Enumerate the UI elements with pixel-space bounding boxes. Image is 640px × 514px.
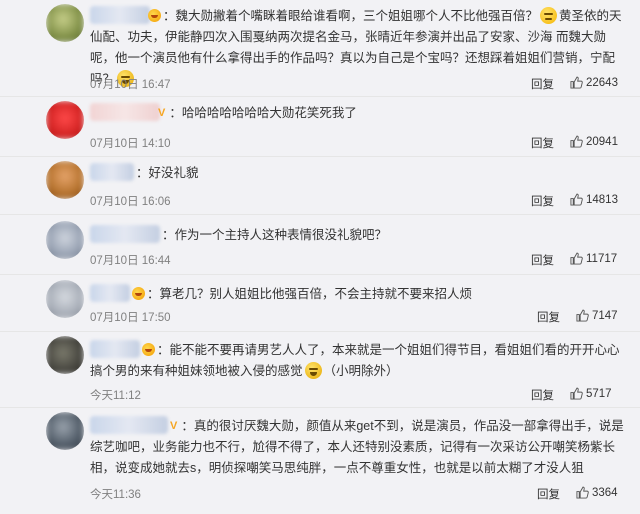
awkward-emoji-icon [304,362,322,379]
like-count: 22643 [586,76,618,89]
like-count: 5717 [586,387,612,400]
like-count: 14813 [586,193,618,206]
reply-button[interactable]: 回复 [531,76,554,92]
fan-badge-icon [148,9,161,22]
avatar[interactable] [46,280,84,318]
like-button[interactable]: 7147 [576,309,618,322]
like-button[interactable]: 11717 [570,252,617,265]
comment-item: ：好没礼貌 07月10日 16:06 回复 14813 [0,157,640,215]
comment-list: ：魏大勋撇着个嘴眯着眼给谁看啊，三个姐姐哪个人不比他强百倍？ 黄圣依的天仙配、功夫… [0,0,640,514]
reply-button[interactable]: 回复 [531,387,554,403]
comment-time: 今天11:36 [90,489,141,501]
reply-button[interactable]: 回复 [531,252,554,268]
reply-button[interactable]: 回复 [537,486,560,502]
comment-text-block: ：算老几？别人姐姐比他强百倍，不会主持就不要来招人烦 [90,284,628,305]
comment-item: ：魏大勋撇着个嘴眯着眼给谁看啊，三个姐姐哪个人不比他强百倍？ 黄圣依的天仙配、功夫… [0,0,640,97]
like-button[interactable]: 22643 [570,76,618,89]
comment-time: 今天11:12 [90,390,141,402]
avatar[interactable] [46,101,84,139]
avatar[interactable] [46,221,84,259]
thumbs-up-icon [570,252,583,265]
reply-button[interactable]: 回复 [531,193,554,209]
comment-time: 07月10日 17:50 [90,312,171,324]
thumbs-up-icon [576,486,589,499]
comment-text-block: V ：真的很讨厌魏大勋，颜值从来get不到，说是演员，作品没一部拿得出手，说是综艺… [90,419,624,475]
like-button[interactable]: 3364 [576,486,618,499]
reply-button[interactable]: 回复 [531,135,554,151]
avatar[interactable] [46,4,84,42]
comment-text-tail: （小明除外） [323,364,399,378]
comment-time: 07月10日 16:44 [90,255,171,267]
comment-item: V ：哈哈哈哈哈哈哈大勋花笑死我了 07月10日 14:10 回复 20941 [0,97,640,157]
like-button[interactable]: 14813 [570,193,618,206]
like-button[interactable]: 5717 [570,387,612,400]
thumbs-up-icon [576,309,589,322]
comment-text-block: ：好没礼貌 [136,166,199,180]
like-button[interactable]: 20941 [570,135,618,148]
comment-text: 好没礼貌 [148,166,199,180]
like-count: 3364 [592,486,618,499]
thumbs-up-icon [570,76,583,89]
comment-time: 07月10日 16:47 [90,79,171,91]
comment-text: 算老几？别人姐姐比他强百倍，不会主持就不要来招人烦 [159,287,473,301]
thumbs-up-icon [570,135,583,148]
like-count: 11717 [586,252,618,265]
comment-text: 魏大勋撇着个嘴眯着眼给谁看啊，三个姐姐哪个人不比他强百倍？ [175,9,539,23]
comment-text-block: V ：哈哈哈哈哈哈哈大勋花笑死我了 [158,106,357,120]
comment-time: 07月10日 14:10 [90,138,171,150]
thumbs-up-icon [570,387,583,400]
like-count: 20941 [586,135,618,148]
avatar[interactable] [46,336,84,374]
avatar[interactable] [46,412,84,450]
comment-text-block: ：能不能不要再请男艺人人了，本来就是一个姐姐们得节目，看姐姐们看的开开心心 搞个… [90,343,620,379]
comment-item: ：算老几？别人姐姐比他强百倍，不会主持就不要来招人烦 07月10日 17:50 … [0,275,640,332]
comment-text: 哈哈哈哈哈哈哈大勋花笑死我了 [181,106,357,120]
verified-v-icon: V [158,107,166,119]
like-count: 7147 [592,309,618,322]
comment-text: 作为一个主持人这种表情很没礼貌吧？ [174,228,388,242]
comment-item: ：作为一个主持人这种表情很没礼貌吧？ 07月10日 16:44 回复 11717 [0,215,640,275]
comment-text-block: ：作为一个主持人这种表情很没礼貌吧？ [162,228,388,242]
reply-button[interactable]: 回复 [537,309,560,325]
smirk-emoji-icon [540,7,558,24]
verified-v-icon: V [170,420,178,432]
fan-badge-icon [132,287,145,300]
fan-badge-icon [142,343,155,356]
comment-time: 07月10日 16:06 [90,196,171,208]
comment-item: ：能不能不要再请男艺人人了，本来就是一个姐姐们得节目，看姐姐们看的开开心心 搞个… [0,332,640,408]
avatar[interactable] [46,161,84,199]
thumbs-up-icon [570,193,583,206]
comment-item: V ：真的很讨厌魏大勋，颜值从来get不到，说是演员，作品没一部拿得出手，说是综艺… [0,408,640,514]
